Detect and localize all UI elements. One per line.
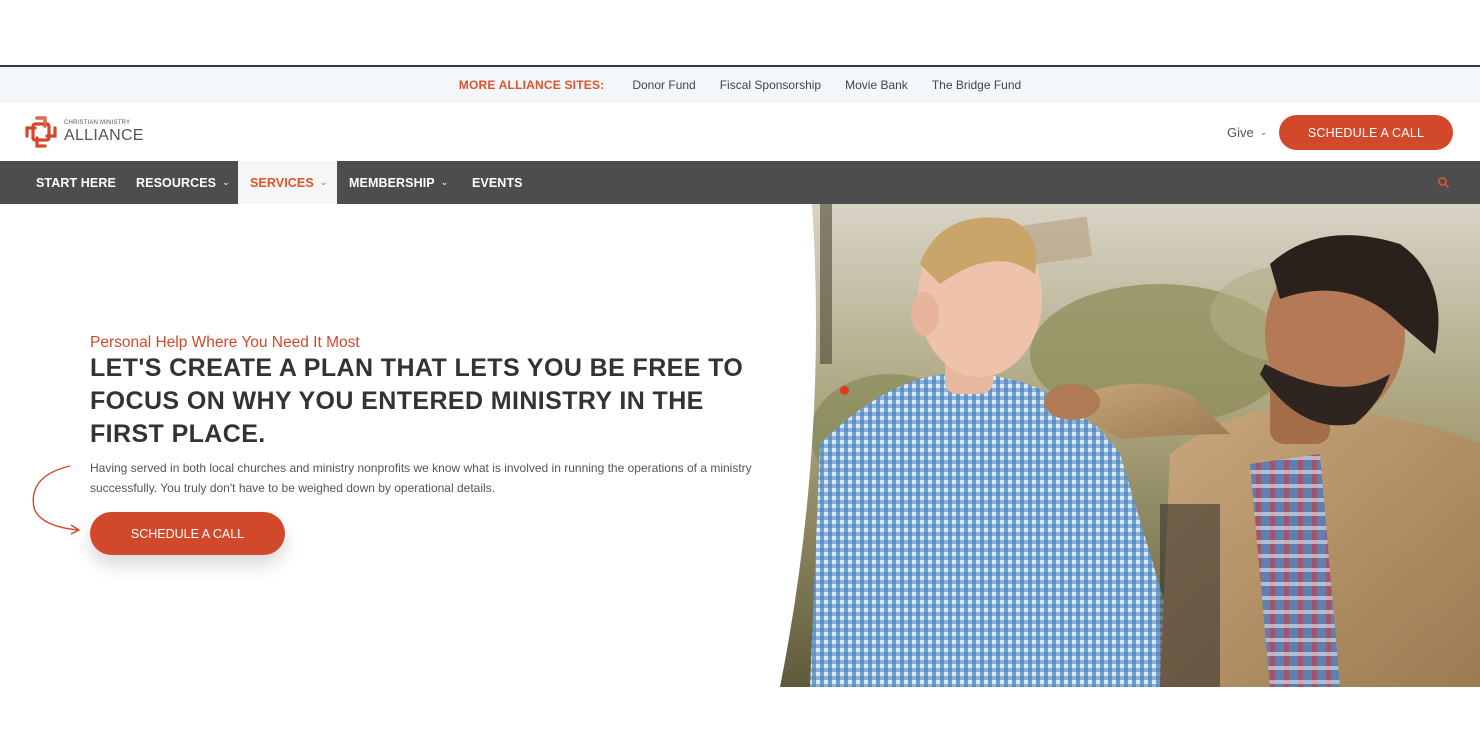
main-nav: START HERE RESOURCES ⌄ SERVICES ⌄ MEMBER…	[0, 161, 1480, 204]
site-logo[interactable]: CHRISTIAN MINISTRY ALLIANCE	[24, 115, 144, 149]
schedule-call-button-hero[interactable]: SCHEDULE A CALL	[90, 512, 285, 555]
site-header: CHRISTIAN MINISTRY ALLIANCE Give ⌄ SCHED…	[0, 103, 1480, 161]
hero-photo	[780, 204, 1480, 687]
hero-body-text: Having served in both local churches and…	[90, 461, 752, 495]
nav-item-label: MEMBERSHIP	[349, 175, 435, 190]
nav-item-label: START HERE	[36, 175, 116, 190]
nav-item-label: EVENTS	[472, 175, 523, 190]
search-icon[interactable]	[1436, 175, 1452, 191]
hero-eyebrow: Personal Help Where You Need It Most	[90, 334, 360, 351]
alliance-sites-bar: MORE ALLIANCE SITES: Donor Fund Fiscal S…	[0, 67, 1480, 103]
nav-item-label: RESOURCES	[136, 175, 217, 190]
chevron-down-icon: ⌄	[440, 177, 449, 187]
hero-headline: LET'S CREATE A PLAN THAT LETS YOU BE FRE…	[90, 354, 744, 448]
nav-item-services[interactable]: SERVICES ⌄	[238, 161, 337, 204]
schedule-call-button-header[interactable]: SCHEDULE A CALL	[1279, 115, 1453, 150]
site-link-fiscal-sponsorship[interactable]: Fiscal Sponsorship	[720, 78, 821, 92]
give-dropdown[interactable]: Give ⌄	[1227, 125, 1267, 140]
site-link-bridge-fund[interactable]: The Bridge Fund	[932, 78, 1021, 92]
logo-name: ALLIANCE	[64, 127, 144, 144]
nav-item-resources[interactable]: RESOURCES ⌄	[136, 161, 230, 204]
nav-item-membership[interactable]: MEMBERSHIP ⌄	[349, 161, 448, 204]
carousel-indicator-dot[interactable]	[840, 386, 849, 395]
nav-item-events[interactable]: EVENTS	[472, 161, 523, 204]
alliance-sites-label: MORE ALLIANCE SITES:	[458, 78, 605, 92]
chevron-down-icon: ⌄	[319, 177, 328, 187]
chevron-down-icon: ⌄	[222, 177, 230, 187]
logo-tagline: CHRISTIAN MINISTRY	[64, 120, 131, 126]
site-link-donor-fund[interactable]: Donor Fund	[632, 78, 695, 92]
nav-item-start-here[interactable]: START HERE	[36, 161, 116, 204]
page: MORE ALLIANCE SITES: Donor Fund Fiscal S…	[0, 0, 1480, 755]
logo-wordmark: CHRISTIAN MINISTRY ALLIANCE	[64, 120, 144, 144]
chevron-down-icon: ⌄	[1259, 127, 1268, 137]
nav-item-label: SERVICES	[250, 175, 314, 190]
cross-knot-logo-icon	[24, 115, 58, 149]
site-link-movie-bank[interactable]: Movie Bank	[845, 78, 908, 92]
give-label: Give	[1227, 125, 1254, 140]
curved-arrow-icon	[28, 462, 84, 541]
